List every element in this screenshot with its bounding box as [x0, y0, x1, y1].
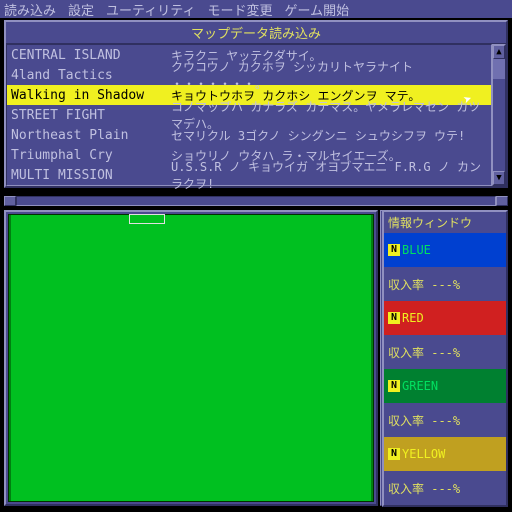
- map-row-name: MULTI MISSION: [11, 168, 171, 183]
- info-window-title: 情報ウィンドウ: [384, 212, 506, 233]
- faction-red[interactable]: NRED: [384, 301, 506, 335]
- map-preview-panel: [4, 210, 378, 506]
- map-canvas[interactable]: [8, 214, 374, 502]
- n-badge-icon: N: [388, 312, 400, 324]
- map-row[interactable]: 4land Tacticsクウコウノ カクホヲ シッカリトヤラナイト ・・・・・…: [7, 65, 491, 85]
- n-badge-icon: N: [388, 244, 400, 256]
- menu-settings[interactable]: 設定: [68, 0, 94, 19]
- menu-utility[interactable]: ユーティリティ: [106, 0, 195, 19]
- menu-load[interactable]: 読み込み: [4, 0, 56, 19]
- hscroll-left-icon[interactable]: [4, 196, 16, 206]
- faction-rate: 収入率 ---%: [384, 335, 506, 369]
- map-row-name: 4land Tactics: [11, 68, 171, 83]
- faction-blue[interactable]: NBLUE: [384, 233, 506, 267]
- menu-mode[interactable]: モード変更: [207, 0, 272, 19]
- menubar: 読み込み 設定 ユーティリティ モード変更 ゲーム開始: [0, 0, 512, 18]
- menu-start[interactable]: ゲーム開始: [285, 0, 350, 19]
- map-row-desc: セマリクル 3ゴクノ シングンニ シュウシフヲ ウテ!: [171, 127, 487, 144]
- map-list-scrollbar[interactable]: ▲ ▼: [492, 44, 506, 186]
- n-badge-icon: N: [388, 380, 400, 392]
- map-row[interactable]: Northeast Plainセマリクル 3ゴクノ シングンニ シュウシフヲ ウ…: [7, 125, 491, 145]
- scroll-down-icon[interactable]: ▼: [493, 171, 505, 185]
- scroll-up-icon[interactable]: ▲: [493, 45, 505, 59]
- map-row[interactable]: STREET FIGHTコノマップハ カナラズ カテマス。ヤメラレマセン カツマ…: [7, 105, 491, 125]
- map-selection-box[interactable]: [129, 214, 165, 224]
- map-row-name: CENTRAL ISLAND: [11, 48, 171, 63]
- horizontal-scrollbar[interactable]: [4, 196, 508, 206]
- faction-label: RED: [402, 311, 424, 325]
- n-badge-icon: N: [388, 448, 400, 460]
- map-row-name: Northeast Plain: [11, 128, 171, 143]
- faction-rate: 収入率 ---%: [384, 403, 506, 437]
- faction-green[interactable]: NGREEN: [384, 369, 506, 403]
- faction-label: BLUE: [402, 243, 431, 257]
- faction-rate: 収入率 ---%: [384, 267, 506, 301]
- map-row-desc: U.S.S.R ノ キョウイガ オヨブマエニ F.R.G ノ カンラクヲ!: [171, 158, 487, 192]
- scroll-thumb[interactable]: [493, 59, 505, 79]
- faction-label: YELLOW: [402, 447, 445, 461]
- map-load-title: マップデータ読み込み: [6, 22, 506, 44]
- info-window: 情報ウィンドウ NBLUE収入率 ---%NRED収入率 ---%NGREEN収…: [382, 210, 508, 507]
- map-row-name: STREET FIGHT: [11, 108, 171, 123]
- hscroll-right-icon[interactable]: [496, 196, 508, 206]
- map-row-name: Triumphal Cry: [11, 148, 171, 163]
- faction-rate: 収入率 ---%: [384, 471, 506, 505]
- map-row-name: Walking in Shadow: [11, 88, 171, 103]
- faction-label: GREEN: [402, 379, 438, 393]
- map-row[interactable]: MULTI MISSIONU.S.S.R ノ キョウイガ オヨブマエニ F.R.…: [7, 165, 491, 185]
- map-list: CENTRAL ISLANDキラクニ ヤッテクダサイ。4land Tactics…: [6, 44, 492, 186]
- faction-yellow[interactable]: NYELLOW: [384, 437, 506, 471]
- map-load-window: マップデータ読み込み CENTRAL ISLANDキラクニ ヤッテクダサイ。4l…: [4, 20, 508, 188]
- hscroll-track[interactable]: [16, 196, 496, 206]
